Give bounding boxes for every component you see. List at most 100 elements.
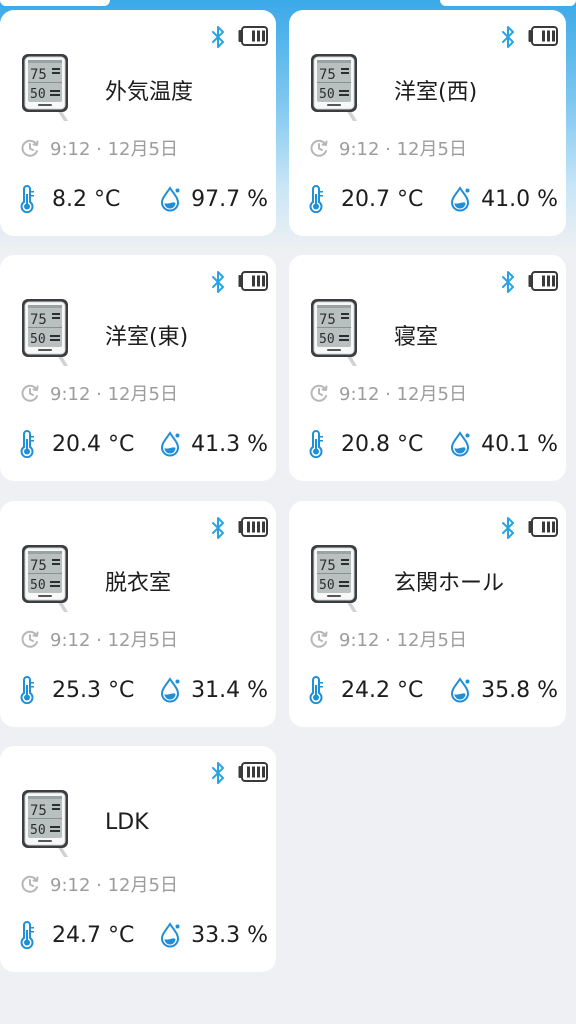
battery-level-bar — [542, 30, 545, 42]
battery-icon — [238, 517, 268, 537]
battery-level-bar — [252, 521, 255, 533]
thermometer-icon — [20, 676, 34, 704]
bluetooth-icon — [502, 26, 514, 48]
battery-icon — [238, 26, 268, 46]
svg-text:75: 75 — [319, 67, 336, 83]
battery-level-bar — [262, 766, 265, 778]
sensor-card-5[interactable]: 75 50 脱衣室 9:12 · 12月5日 25.3 °C 31.4 % — [0, 501, 276, 727]
battery-level-bar — [257, 766, 260, 778]
battery-level-bar — [262, 30, 265, 42]
svg-text:50: 50 — [319, 332, 335, 347]
humidity-reading: 31.4 % — [159, 673, 268, 707]
humidity-drop-icon — [161, 922, 180, 948]
sensor-name: LDK — [105, 810, 149, 835]
humidity-reading: 33.3 % — [159, 918, 268, 952]
svg-text:75: 75 — [30, 312, 47, 328]
svg-text:50: 50 — [30, 87, 46, 102]
temperature-value: 24.2 °C — [341, 677, 424, 703]
temperature-value: 20.8 °C — [341, 431, 424, 457]
last-update-time: 9:12 · 12月5日 — [339, 139, 467, 160]
battery-level-bar — [257, 275, 260, 287]
clock-icon — [310, 630, 328, 648]
sensor-name: 洋室(東) — [105, 325, 189, 350]
humidity-value: 33.3 % — [191, 922, 268, 948]
thermometer-icon — [309, 185, 323, 213]
svg-text:50: 50 — [30, 823, 46, 838]
humidity-drop-icon — [451, 677, 470, 703]
battery-level-bar — [257, 30, 260, 42]
battery-icon — [528, 26, 558, 46]
last-update-row: 9:12 · 12月5日 — [20, 381, 178, 405]
last-update-row: 9:12 · 12月5日 — [20, 627, 178, 651]
temperature-value: 20.4 °C — [52, 431, 135, 457]
svg-text:50: 50 — [30, 578, 46, 593]
sensor-name: 寝室 — [394, 325, 439, 350]
battery-level-bar — [552, 30, 555, 42]
temperature-reading: 20.4 °C — [20, 427, 134, 461]
last-update-row: 9:12 · 12月5日 — [309, 627, 467, 651]
humidity-value: 97.7 % — [191, 186, 268, 212]
last-update-row: 9:12 · 12月5日 — [309, 136, 467, 160]
clock-icon — [21, 139, 39, 157]
thermometer-icon — [20, 185, 34, 213]
humidity-value: 40.1 % — [481, 431, 558, 457]
battery-level-bar — [547, 275, 550, 287]
humidity-reading: 35.8 % — [449, 673, 558, 707]
battery-level-bar — [552, 521, 555, 533]
thermo-hygrometer-device-icon: 75 50 — [22, 299, 68, 366]
svg-text:50: 50 — [30, 332, 46, 347]
bluetooth-icon — [212, 26, 224, 48]
thermo-hygrometer-device-icon: 75 50 — [311, 545, 357, 612]
battery-icon — [238, 762, 268, 782]
sensor-card-2[interactable]: 75 50 洋室(西) 9:12 · 12月5日 20.7 °C 41.0 % — [289, 10, 566, 236]
humidity-value: 41.0 % — [481, 186, 558, 212]
sensor-name: 外気温度 — [105, 80, 194, 105]
battery-icon — [238, 271, 268, 291]
sensor-name: 脱衣室 — [105, 571, 172, 596]
humidity-drop-icon — [161, 677, 180, 703]
sensor-card-6[interactable]: 75 50 玄関ホール 9:12 · 12月5日 24.2 °C 35.8 % — [289, 501, 566, 727]
svg-text:50: 50 — [319, 87, 335, 102]
temperature-value: 25.3 °C — [52, 677, 135, 703]
battery-level-bar — [552, 275, 555, 287]
clock-icon — [21, 875, 39, 893]
thermometer-icon — [20, 921, 34, 949]
battery-level-bar — [262, 275, 265, 287]
humidity-value: 35.8 % — [481, 677, 558, 703]
thermo-hygrometer-device-icon: 75 50 — [311, 299, 357, 366]
last-update-time: 9:12 · 12月5日 — [50, 139, 178, 160]
last-update-row: 9:12 · 12月5日 — [309, 381, 467, 405]
temperature-reading: 24.7 °C — [20, 918, 134, 952]
sensor-card-1[interactable]: 75 50 外気温度 9:12 · 12月5日 8.2 °C 97.7 % — [0, 10, 276, 236]
bluetooth-icon — [212, 271, 224, 293]
humidity-reading: 41.0 % — [449, 182, 558, 216]
bluetooth-icon — [212, 762, 224, 784]
humidity-reading: 97.7 % — [159, 182, 268, 216]
humidity-value: 41.3 % — [191, 431, 268, 457]
temperature-reading: 8.2 °C — [20, 182, 120, 216]
humidity-drop-icon — [451, 431, 470, 457]
thermometer-icon — [20, 430, 34, 458]
bluetooth-icon — [502, 517, 514, 539]
battery-level-bar — [547, 521, 550, 533]
thermo-hygrometer-device-icon: 75 50 — [22, 54, 68, 121]
temperature-value: 24.7 °C — [52, 922, 135, 948]
humidity-drop-icon — [161, 186, 180, 212]
battery-level-bar — [262, 521, 265, 533]
battery-level-bar — [247, 766, 250, 778]
battery-level-bar — [547, 30, 550, 42]
sensor-card-4[interactable]: 75 50 寝室 9:12 · 12月5日 20.8 °C 40.1 % — [289, 255, 566, 481]
battery-level-bar — [542, 275, 545, 287]
sensor-card-3[interactable]: 75 50 洋室(東) 9:12 · 12月5日 20.4 °C 41.3 % — [0, 255, 276, 481]
sensor-name: 玄関ホール — [394, 571, 505, 596]
svg-text:75: 75 — [30, 803, 47, 819]
sensor-card-7[interactable]: 75 50 LDK 9:12 · 12月5日 24.7 °C 33.3 % — [0, 746, 276, 972]
temperature-value: 20.7 °C — [341, 186, 424, 212]
humidity-drop-icon — [451, 186, 470, 212]
clock-icon — [21, 384, 39, 402]
last-update-time: 9:12 · 12月5日 — [50, 875, 178, 896]
last-update-time: 9:12 · 12月5日 — [339, 384, 467, 405]
thermometer-icon — [309, 430, 323, 458]
sensor-name: 洋室(西) — [394, 80, 478, 105]
temperature-reading: 20.8 °C — [309, 427, 423, 461]
